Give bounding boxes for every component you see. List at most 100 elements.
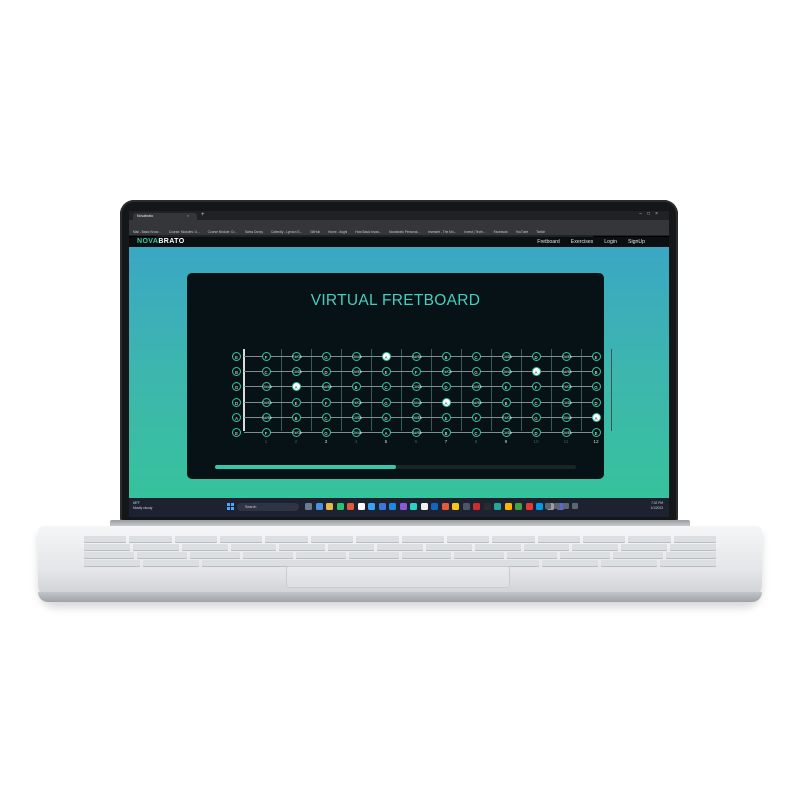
fret-note[interactable]: F — [261, 428, 271, 437]
fret-note[interactable]: C#/Db — [501, 428, 512, 437]
fret-note[interactable]: D#/Eb — [351, 367, 362, 377]
taskbar-app-icon[interactable] — [315, 503, 323, 510]
fret-note[interactable]: D — [441, 382, 451, 392]
bookmark-item[interactable]: Course Module: Cr... — [208, 229, 237, 235]
fret-note[interactable]: E — [441, 412, 451, 422]
taskbar-app-icon[interactable] — [483, 503, 491, 510]
nav-signup[interactable]: SignUp — [628, 237, 645, 247]
fret-note[interactable]: G#/Ab — [411, 397, 422, 407]
nav-exercises[interactable]: Exercises — [571, 237, 594, 247]
fret-note[interactable]: A#/Bb — [321, 382, 332, 392]
fret-note[interactable]: F — [261, 352, 271, 361]
bookmark-item[interactable]: Investmt - The Mo... — [428, 229, 456, 235]
bookmark-item[interactable]: Mail - Basic Know... — [133, 229, 161, 235]
fret-note[interactable]: D — [531, 352, 541, 361]
fret-note[interactable]: D#/Eb — [561, 352, 572, 361]
fret-note[interactable]: A#/Bb — [411, 428, 422, 437]
fret-note[interactable]: F#/Gb — [561, 382, 572, 392]
fret-note[interactable]: D — [591, 397, 601, 407]
taskbar-app-icon[interactable] — [515, 503, 522, 510]
taskbar-app-icon[interactable] — [368, 503, 375, 510]
system-tray-icons[interactable] — [545, 503, 578, 509]
bookmark-item[interactable]: Course: Modules: U... — [169, 229, 200, 235]
fret-note[interactable]: B — [501, 397, 511, 407]
taskbar-app-icon[interactable] — [389, 503, 396, 510]
fret-note[interactable]: F — [321, 397, 331, 407]
taskbar-app-icon[interactable] — [347, 503, 354, 510]
bookmark-item[interactable]: Invest | Techr... — [464, 229, 485, 235]
fret-note[interactable]: G#/Ab — [501, 367, 512, 377]
fret-note[interactable]: A — [591, 412, 601, 422]
fret-note[interactable]: F — [411, 367, 421, 377]
fret-note[interactable]: D — [381, 412, 391, 422]
fret-note[interactable]: E — [591, 352, 601, 361]
fret-note[interactable]: C — [471, 352, 481, 361]
taskbar-app-icon[interactable] — [378, 503, 386, 510]
fret-note[interactable]: G — [381, 397, 391, 407]
fret-note[interactable]: F#/Gb — [501, 412, 512, 422]
fret-note[interactable]: D#/Eb — [411, 412, 422, 422]
fret-note[interactable]: G — [531, 412, 541, 422]
fret-note[interactable]: C#/Db — [501, 352, 512, 361]
taskbar-app-icon[interactable] — [410, 503, 417, 510]
taskbar-app-icon[interactable] — [452, 503, 459, 510]
open-string-note[interactable]: E — [232, 352, 241, 361]
bookmark-item[interactable]: Calendly - Lyndon S... — [271, 229, 302, 235]
fret-note[interactable]: A — [531, 367, 541, 377]
taskbar-app-icon[interactable] — [525, 503, 533, 510]
taskbar-app-icon[interactable] — [431, 503, 438, 510]
fret-note[interactable]: B — [441, 428, 451, 437]
taskbar-app-icon[interactable] — [326, 503, 333, 510]
taskbar-search[interactable]: Search — [237, 503, 299, 511]
fret-note[interactable]: A — [381, 428, 391, 437]
fret-note[interactable]: B — [591, 367, 601, 377]
taskbar-app-icon[interactable] — [473, 503, 480, 510]
fret-note[interactable]: C — [321, 412, 331, 422]
bookmark-item[interactable]: Swiss Doxxy — [245, 229, 263, 235]
taskbar-app-icon[interactable] — [504, 503, 512, 510]
bookmark-item[interactable]: Novabrato Personal... — [389, 229, 420, 235]
nav-login[interactable]: Login — [604, 237, 617, 247]
fret-note[interactable]: D — [531, 428, 541, 437]
taskbar-app-icon[interactable] — [494, 503, 501, 510]
fret-note[interactable]: A#/Bb — [471, 397, 482, 407]
fret-note[interactable]: G — [321, 428, 331, 437]
fret-note[interactable]: F#/Gb — [291, 428, 302, 437]
taskbar-app-icon[interactable] — [420, 503, 428, 510]
fret-note[interactable]: G#/Ab — [351, 428, 362, 437]
fret-note[interactable]: D — [321, 367, 331, 377]
open-string-note[interactable]: A — [232, 412, 241, 422]
fret-note[interactable]: D#/Eb — [561, 428, 572, 437]
new-tab-icon[interactable]: + — [201, 212, 205, 218]
fret-note[interactable]: C — [261, 367, 271, 377]
open-string-note[interactable]: E — [232, 428, 241, 437]
fret-note[interactable]: F#/Gb — [291, 352, 302, 361]
fret-note[interactable]: C — [381, 382, 391, 392]
fret-note[interactable]: A — [441, 397, 451, 407]
bookmark-item[interactable]: Home - Asghi — [328, 229, 347, 235]
fret-note[interactable]: C#/Db — [351, 412, 362, 422]
weather-widget[interactable]: 68°F Mostly cloudy — [133, 501, 152, 510]
window-controls[interactable]: –□× — [639, 211, 663, 217]
fret-note[interactable]: B — [441, 352, 451, 361]
fret-note[interactable]: B — [351, 382, 361, 392]
taskbar-app-icon[interactable] — [399, 503, 407, 510]
fret-note[interactable]: A — [381, 352, 391, 361]
close-tab-icon[interactable]: × — [187, 213, 189, 218]
fret-note[interactable]: E — [501, 382, 511, 392]
site-logo[interactable]: NOVABRATO — [137, 237, 185, 247]
open-string-note[interactable]: G — [232, 382, 241, 392]
fret-note[interactable]: C#/Db — [291, 367, 302, 377]
fret-note[interactable]: F#/Gb — [441, 367, 452, 377]
fret-note[interactable]: C#/Db — [561, 397, 572, 407]
taskbar-app-icon[interactable] — [336, 503, 344, 510]
fret-note[interactable]: G — [471, 367, 481, 377]
taskbar-app-icon[interactable] — [462, 503, 470, 510]
fret-note[interactable]: G#/Ab — [351, 352, 362, 361]
open-string-note[interactable]: D — [232, 397, 241, 407]
taskbar-app-icon[interactable] — [441, 503, 449, 510]
fret-note[interactable]: A#/Bb — [261, 412, 272, 422]
fret-note[interactable]: B — [291, 412, 301, 422]
fret-note[interactable]: F#/Gb — [351, 397, 362, 407]
fret-note[interactable]: A — [291, 382, 301, 392]
